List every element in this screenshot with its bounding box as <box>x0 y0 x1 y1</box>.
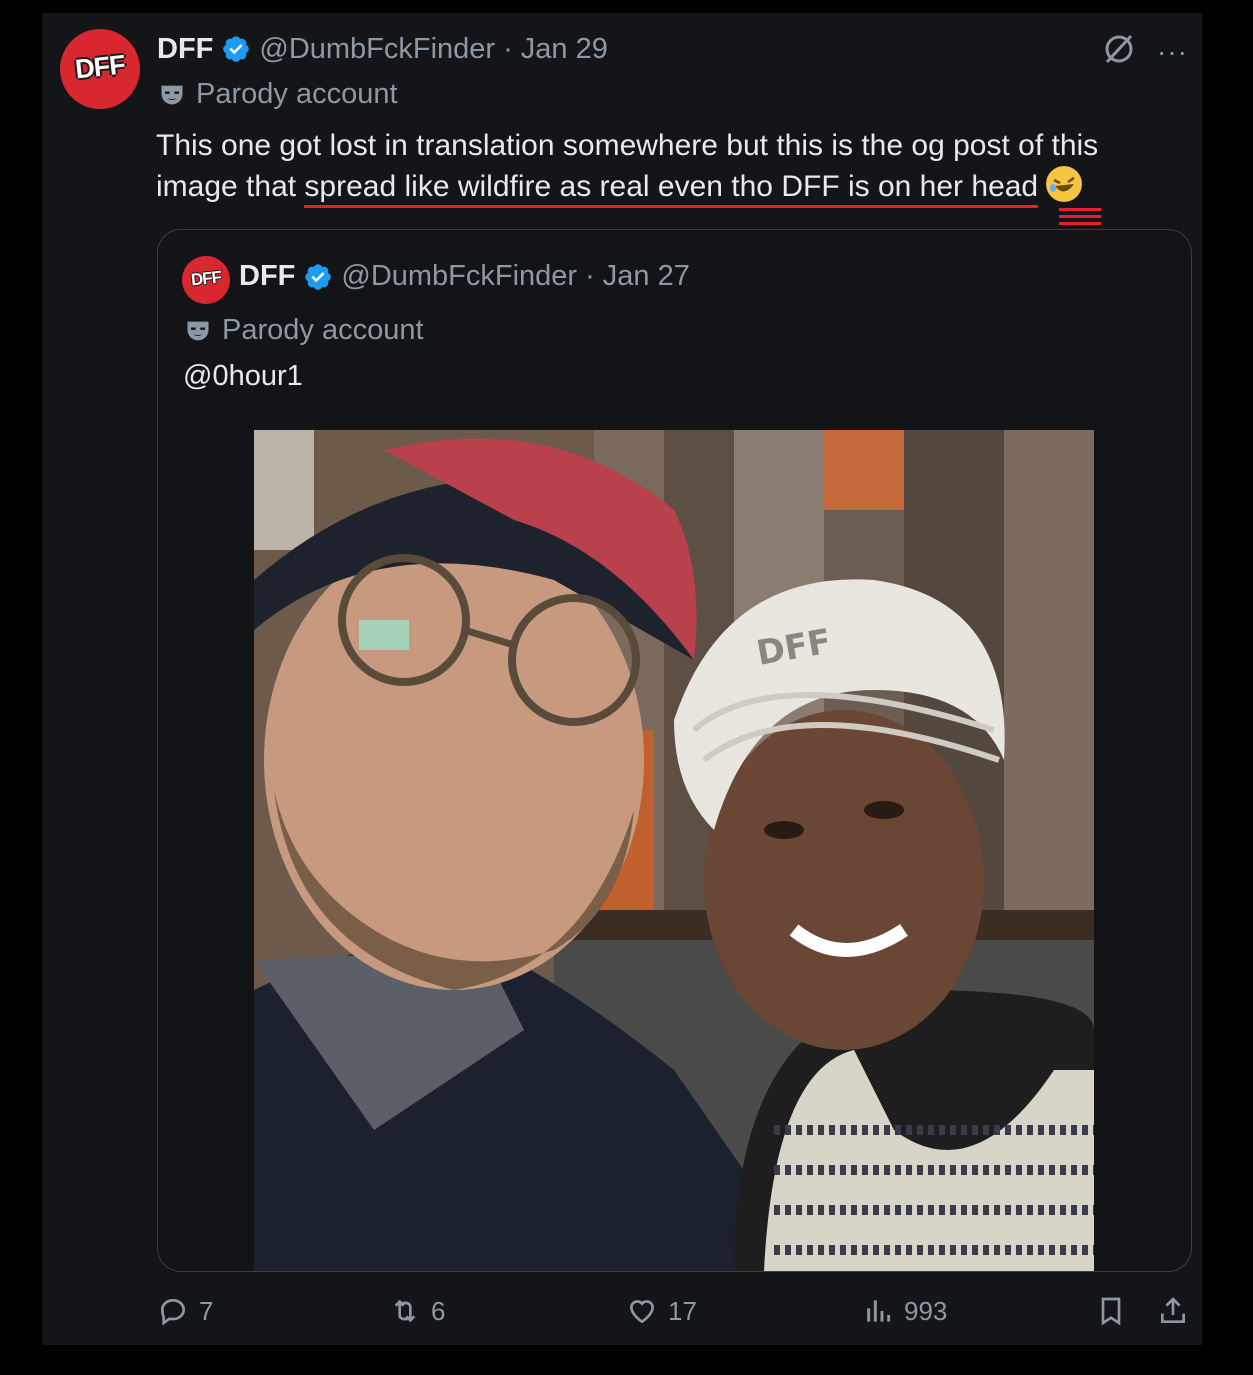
tweet-header: DFF @DumbFckFinder · Jan 29 <box>157 30 608 68</box>
views-action[interactable]: 993 <box>862 1295 947 1327</box>
views-icon[interactable] <box>862 1295 894 1327</box>
parody-mask-icon <box>161 85 183 104</box>
quoted-photo[interactable]: DFF <box>254 430 1094 1271</box>
action-bar: 7 6 17 993 <box>157 1295 1197 1339</box>
more-icon[interactable]: ··· <box>1157 36 1188 68</box>
share-action[interactable] <box>1157 1295 1189 1327</box>
parody-label: Parody account <box>158 78 398 111</box>
red-underline-marks <box>1059 208 1101 226</box>
display-name[interactable]: DFF <box>157 33 213 66</box>
quoted-tweet[interactable]: DFF DFF @DumbFckFinder · Jan 27 Parody a… <box>157 229 1192 1272</box>
like-count: 17 <box>668 1295 697 1326</box>
like-icon[interactable] <box>626 1295 658 1327</box>
no-follow-icon[interactable] <box>1100 30 1138 68</box>
reply-action[interactable]: 7 <box>157 1295 213 1327</box>
repost-icon[interactable] <box>389 1295 421 1327</box>
timestamp[interactable]: Jan 29 <box>521 33 608 66</box>
verified-badge-icon[interactable] <box>303 262 333 292</box>
quoted-text[interactable]: @0hour1 <box>183 360 303 393</box>
like-action[interactable]: 17 <box>626 1295 697 1327</box>
parody-mask-icon <box>187 321 209 340</box>
repost-action[interactable]: 6 <box>389 1295 445 1327</box>
reply-icon[interactable] <box>157 1295 189 1327</box>
separator-dot: · <box>585 260 595 292</box>
rofl-emoji-icon <box>1046 166 1083 202</box>
repost-count: 6 <box>431 1295 446 1326</box>
bookmark-icon[interactable] <box>1095 1295 1127 1327</box>
handle[interactable]: @DumbFckFinder <box>259 33 495 66</box>
share-icon[interactable] <box>1157 1295 1189 1327</box>
avatar[interactable]: DFF <box>60 29 140 109</box>
quoted-avatar-logo-text: DFF <box>190 267 222 290</box>
separator-dot: · <box>503 32 513 65</box>
quoted-avatar[interactable]: DFF <box>182 256 230 304</box>
quoted-parody-label: Parody account <box>184 314 424 347</box>
avatar-logo-text: DFF <box>73 49 127 85</box>
quoted-timestamp[interactable]: Jan 27 <box>603 260 690 293</box>
tweet-text-highlighted: spread like wildfire as real even tho DF… <box>304 170 1039 208</box>
quoted-handle[interactable]: @DumbFckFinder <box>341 260 577 293</box>
quoted-parody-label-text: Parody account <box>222 314 424 346</box>
bookmark-action[interactable] <box>1095 1295 1127 1327</box>
parody-label-text: Parody account <box>196 78 398 110</box>
quoted-display-name[interactable]: DFF <box>239 260 295 293</box>
views-count: 993 <box>904 1295 948 1326</box>
tweet-text: This one got lost in translation somewhe… <box>156 126 1156 208</box>
quoted-header: DFF @DumbFckFinder · Jan 27 <box>239 260 690 293</box>
verified-badge-icon[interactable] <box>221 34 251 64</box>
reply-count: 7 <box>199 1295 214 1326</box>
